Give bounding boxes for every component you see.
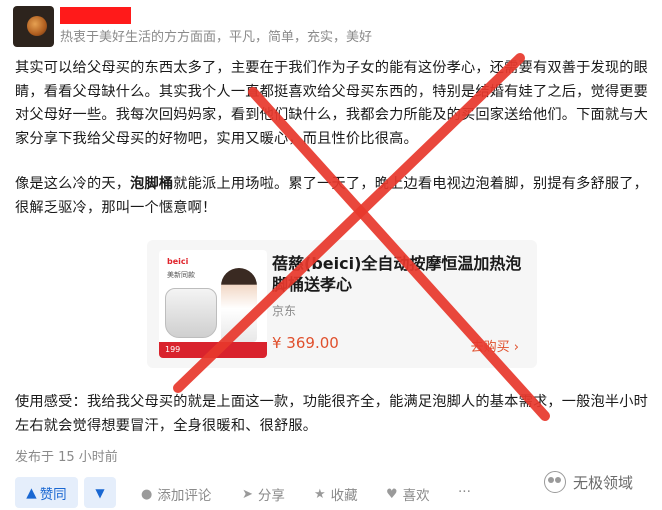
posted-time: 发布于 15 小时前 <box>15 450 118 465</box>
comment-button[interactable]: ● 添加评论 <box>141 484 212 505</box>
avatar-moon-image <box>27 16 47 36</box>
like-label: 喜欢 <box>402 488 430 504</box>
triangle-up-icon: ▲ <box>26 484 37 501</box>
product-image-tub <box>165 288 217 338</box>
article-paragraph-2: 像是这么冷的天，泡脚桶就能派上用场啦。累了一天了，晚上边看电视边泡着脚，别提有多… <box>15 173 655 220</box>
share-label: 分享 <box>257 488 285 504</box>
author-bio: 热衷于美好生活的方方面面，平凡，简单，充实，美好 <box>60 30 373 45</box>
product-image-brand: beici <box>167 257 189 266</box>
share-button[interactable]: ➤ 分享 <box>242 484 285 505</box>
product-title[interactable]: 蓓慈(beici)全自动按摩恒温加热泡脚桶送孝心 <box>272 253 524 295</box>
product-image-model <box>221 268 257 342</box>
article-paragraph-3: 使用感受：我给我父母买的就是上面这一款，功能很齐全，能满足泡脚人的基本需求，一般… <box>15 394 649 434</box>
triangle-down-icon: ▼ <box>95 485 105 500</box>
paper-plane-icon: ➤ <box>242 486 253 502</box>
product-image: beici 美新同款 199 <box>159 250 267 358</box>
like-button[interactable]: ♥ 喜欢 <box>386 484 430 505</box>
keyword-foot-tub: 泡脚桶 <box>130 176 174 192</box>
star-icon: ★ <box>314 486 326 502</box>
more-button[interactable]: ··· <box>458 484 471 500</box>
watermark: 无极领域 <box>544 471 633 493</box>
downvote-button[interactable]: ▼ <box>84 477 116 508</box>
watermark-logo-icon <box>544 471 566 493</box>
author-name-redaction <box>60 7 131 24</box>
paragraph-2-text-a: 像是这么冷的天， <box>15 176 131 192</box>
product-image-tag: 美新同款 <box>167 271 195 279</box>
product-price: ¥ 369.00 <box>272 334 339 352</box>
product-image-price: 199 <box>159 342 267 358</box>
product-card[interactable]: beici 美新同款 199 蓓慈(beici)全自动按摩恒温加热泡脚桶送孝心 … <box>147 240 537 368</box>
buy-link[interactable]: 去购买 › <box>471 336 519 355</box>
favorite-label: 收藏 <box>330 488 358 504</box>
buy-label: 去购买 <box>470 340 510 355</box>
article-paragraph-1: 其实可以给父母买的东西太多了，主要在于我们作为子女的能有这份孝心，还需要有双善于… <box>15 60 649 147</box>
comment-label: 添加评论 <box>157 488 212 504</box>
upvote-label: 赞同 <box>39 486 67 503</box>
watermark-text: 无极领域 <box>573 473 634 492</box>
product-shop: 京东 <box>272 304 297 318</box>
upvote-button[interactable]: ▲ 赞同 <box>15 477 78 508</box>
avatar[interactable] <box>13 6 54 47</box>
chevron-right-icon: › <box>513 340 519 355</box>
more-icon: ··· <box>458 484 471 500</box>
speech-bubble-icon: ● <box>141 486 153 502</box>
heart-icon: ♥ <box>386 486 398 502</box>
favorite-button[interactable]: ★ 收藏 <box>314 484 358 505</box>
